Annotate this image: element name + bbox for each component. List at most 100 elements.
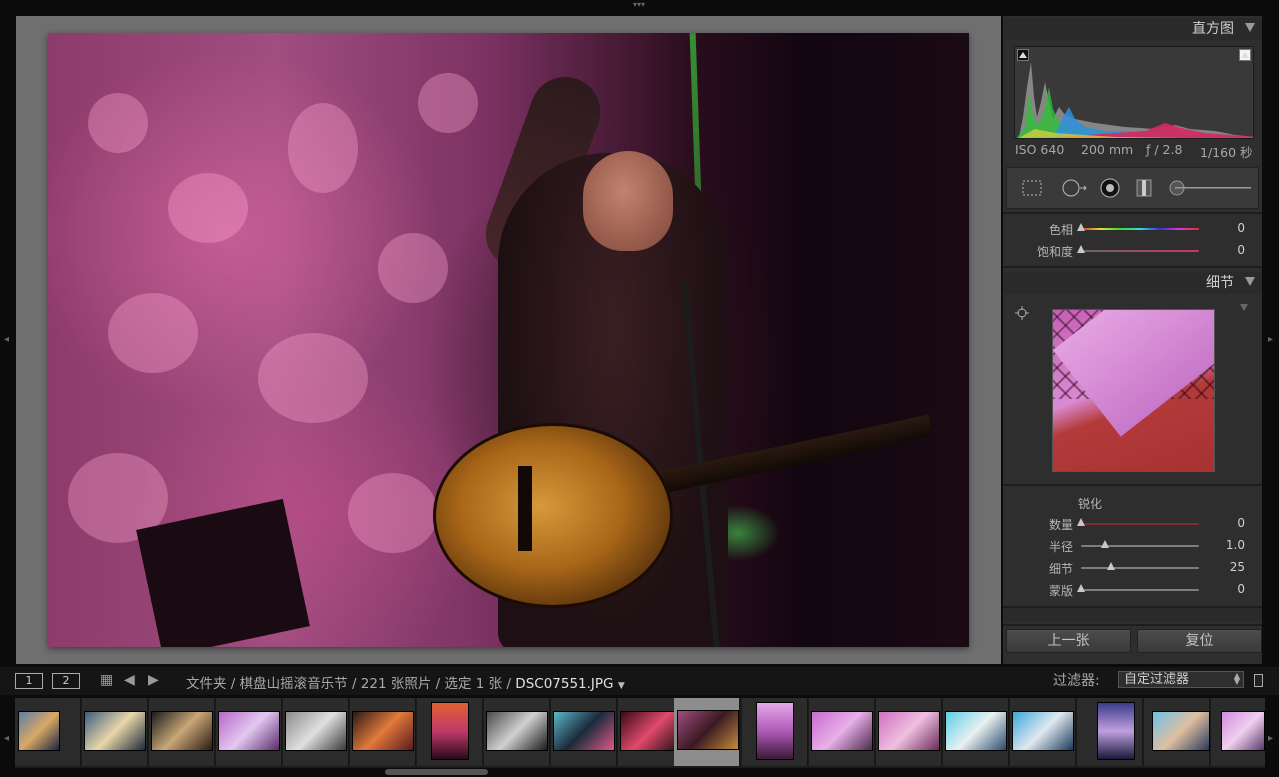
saturation-slider-row: 饱和度 0 xyxy=(1003,240,1262,262)
breadcrumb-collection[interactable]: 棋盘山摇滚音乐节 xyxy=(240,676,348,692)
detail-value[interactable]: 25 xyxy=(1230,560,1245,574)
histogram[interactable] xyxy=(1014,46,1254,139)
histogram-header[interactable]: 直方图 xyxy=(1003,18,1262,40)
lightroom-develop-window: ▾▾▾ ◂ ▸ 直方图 ISO 640 200 mm ƒ / 2.8 1/160… xyxy=(0,0,1279,777)
filmstrip-scrollbar[interactable] xyxy=(385,769,488,775)
reset-button[interactable]: 复位 xyxy=(1137,629,1262,653)
preview-menu-icon[interactable] xyxy=(1240,304,1248,311)
hue-thumb[interactable] xyxy=(1077,223,1085,231)
radius-track[interactable] xyxy=(1081,545,1199,547)
breadcrumb-folder[interactable]: 文件夹 xyxy=(186,676,227,692)
exif-iso: ISO 640 xyxy=(1015,142,1065,157)
filmstrip xyxy=(15,698,1265,768)
filmstrip-thumbnail[interactable] xyxy=(742,698,808,766)
spot-removal-icon[interactable] xyxy=(1061,178,1089,198)
amount-thumb[interactable] xyxy=(1077,518,1085,526)
filmstrip-thumbnail[interactable] xyxy=(1211,698,1265,766)
detail-header[interactable]: 细节 xyxy=(1003,272,1262,294)
view-2-button[interactable]: 2 xyxy=(52,673,80,689)
histogram-graph xyxy=(1016,62,1253,138)
amount-track[interactable] xyxy=(1081,523,1199,525)
view-1-button[interactable]: 1 xyxy=(15,673,43,689)
exif-focal-length: 200 mm xyxy=(1081,142,1134,157)
detail-slider-row: 细节 25 xyxy=(1003,557,1262,579)
filmstrip-thumbnail[interactable] xyxy=(1077,698,1143,766)
filename-dropdown-icon[interactable]: ▼ xyxy=(618,681,625,691)
crop-tool-icon[interactable] xyxy=(1021,178,1043,198)
amount-value[interactable]: 0 xyxy=(1237,516,1245,530)
amount-slider-row: 数量 0 xyxy=(1003,513,1262,535)
breadcrumb-selected: 选定 1 张 xyxy=(444,676,503,692)
top-panel-toggle-icon[interactable]: ▾▾▾ xyxy=(632,1,646,9)
detail-title: 细节 xyxy=(1206,275,1234,291)
tool-strip xyxy=(1006,167,1259,209)
sharpening-title: 锐化 xyxy=(1078,497,1103,511)
next-panel-header[interactable] xyxy=(1003,608,1262,622)
saturation-track[interactable] xyxy=(1081,250,1199,252)
saturation-value[interactable]: 0 xyxy=(1237,243,1245,257)
filmstrip-thumbnail[interactable] xyxy=(417,698,483,766)
exif-shutter: 1/160 秒 xyxy=(1200,145,1253,160)
hue-value[interactable]: 0 xyxy=(1237,221,1245,235)
main-photo[interactable] xyxy=(48,33,969,647)
filter-lock-icon[interactable] xyxy=(1254,674,1263,687)
masking-slider-row: 蒙版 0 xyxy=(1003,579,1262,601)
radius-label: 半径 xyxy=(1048,540,1073,554)
graduated-filter-icon[interactable] xyxy=(1133,178,1155,198)
shadow-clipping-icon[interactable] xyxy=(1017,49,1029,61)
masking-value[interactable]: 0 xyxy=(1237,582,1245,596)
forward-arrow-icon[interactable]: ▶ xyxy=(148,672,159,688)
filmstrip-thumbnail[interactable] xyxy=(809,698,875,766)
filmstrip-thumbnail[interactable] xyxy=(149,698,215,766)
previous-button[interactable]: 上一张 xyxy=(1006,629,1131,653)
filmstrip-thumbnail[interactable] xyxy=(1010,698,1076,766)
breadcrumb-filename[interactable]: DSC07551.JPG xyxy=(515,676,613,692)
highlight-clipping-icon[interactable] xyxy=(1239,49,1251,61)
image-viewer xyxy=(16,16,1001,664)
breadcrumb[interactable]: 文件夹 / 棋盘山摇滚音乐节 / 221 张照片 / 选定 1 张 / DSC0… xyxy=(186,672,625,692)
detail-track[interactable] xyxy=(1081,567,1199,569)
saturation-thumb[interactable] xyxy=(1077,245,1085,253)
radius-value[interactable]: 1.0 xyxy=(1226,538,1245,552)
filmstrip-thumbnail[interactable] xyxy=(15,698,81,766)
amount-label: 数量 xyxy=(1048,518,1073,532)
filmstrip-thumbnail[interactable] xyxy=(82,698,148,766)
masking-track[interactable] xyxy=(1081,589,1199,591)
hue-track[interactable] xyxy=(1081,228,1199,230)
masking-thumb[interactable] xyxy=(1077,584,1085,592)
masking-label: 蒙版 xyxy=(1048,584,1073,598)
filter-select-value: 自定过滤器 xyxy=(1124,672,1190,687)
collapse-triangle-icon[interactable] xyxy=(1245,23,1255,32)
target-icon[interactable] xyxy=(1015,306,1029,320)
filmstrip-right-icon[interactable]: ▸ xyxy=(1268,733,1273,744)
grid-view-icon[interactable]: ▦ xyxy=(100,672,113,688)
hue-slider-row: 色相 0 xyxy=(1003,218,1262,240)
filmstrip-toolbar: 1 2 ▦ ◀ ▶ 文件夹 / 棋盘山摇滚音乐节 / 221 张照片 / 选定 … xyxy=(0,667,1279,695)
filmstrip-thumbnail[interactable] xyxy=(216,698,282,766)
filmstrip-thumbnail[interactable] xyxy=(551,698,617,766)
filmstrip-thumbnail[interactable] xyxy=(350,698,416,766)
adjustment-brush-icon[interactable] xyxy=(1167,178,1253,198)
radius-slider-row: 半径 1.0 xyxy=(1003,535,1262,557)
red-eye-icon[interactable] xyxy=(1099,178,1121,198)
filmstrip-thumbnail[interactable] xyxy=(484,698,550,766)
right-panel-toggle-icon[interactable]: ▸ xyxy=(1268,334,1273,345)
back-arrow-icon[interactable]: ◀ xyxy=(124,672,135,688)
left-panel-toggle-icon[interactable]: ◂ xyxy=(4,334,9,345)
filmstrip-thumbnail[interactable] xyxy=(283,698,349,766)
filmstrip-left-icon[interactable]: ◂ xyxy=(4,733,9,744)
right-panel: 直方图 ISO 640 200 mm ƒ / 2.8 1/160 秒 色相 0 … xyxy=(1003,16,1262,664)
detail-thumb[interactable] xyxy=(1106,562,1115,570)
collapse-triangle-icon[interactable] xyxy=(1245,277,1255,286)
radius-thumb[interactable] xyxy=(1100,540,1109,548)
filmstrip-thumbnail[interactable] xyxy=(876,698,942,766)
filmstrip-thumbnail[interactable] xyxy=(943,698,1009,766)
exif-aperture: ƒ / 2.8 xyxy=(1146,142,1183,157)
filmstrip-thumbnail-selected[interactable] xyxy=(674,698,740,766)
filmstrip-thumbnail[interactable] xyxy=(1144,698,1210,766)
filter-select[interactable]: 自定过滤器 ▲ ▼ xyxy=(1118,671,1244,688)
hue-label: 色相 xyxy=(1048,223,1073,237)
detail-zoom-preview[interactable] xyxy=(1052,309,1215,472)
select-spinner-icon: ▲ ▼ xyxy=(1233,671,1240,686)
histogram-title: 直方图 xyxy=(1192,21,1234,37)
